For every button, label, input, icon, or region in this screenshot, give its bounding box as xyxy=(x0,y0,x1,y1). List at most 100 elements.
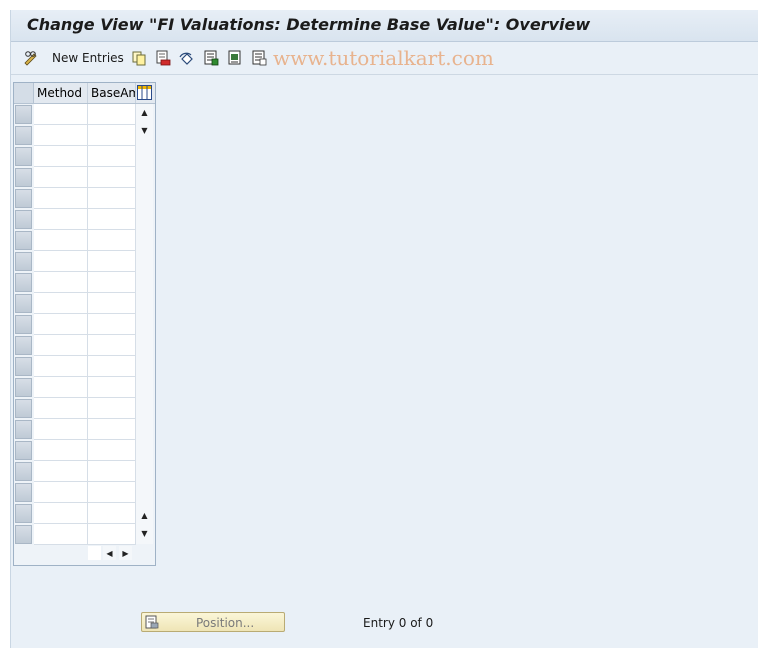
method-cell[interactable] xyxy=(34,251,88,272)
row-selector[interactable] xyxy=(15,483,32,502)
table-row xyxy=(14,272,136,293)
method-cell[interactable] xyxy=(34,104,88,125)
row-selector[interactable] xyxy=(15,210,32,229)
new-entries-button[interactable]: New Entries xyxy=(52,51,124,65)
row-selector[interactable] xyxy=(15,252,32,271)
baseamt-cell[interactable] xyxy=(88,104,136,125)
baseamt-cell[interactable] xyxy=(88,167,136,188)
method-cell[interactable] xyxy=(34,188,88,209)
baseamt-cell[interactable] xyxy=(88,188,136,209)
position-button-label: Position... xyxy=(196,616,255,630)
baseamt-cell[interactable] xyxy=(88,335,136,356)
column-header-method[interactable]: Method xyxy=(34,83,88,103)
undo-icon[interactable] xyxy=(179,50,195,66)
row-selector[interactable] xyxy=(15,315,32,334)
method-cell[interactable] xyxy=(34,503,88,524)
select-all-icon[interactable] xyxy=(203,50,219,66)
table-row xyxy=(14,188,136,209)
hscroll-track[interactable] xyxy=(88,546,101,560)
baseamt-cell[interactable] xyxy=(88,356,136,377)
baseamt-cell[interactable] xyxy=(88,293,136,314)
copy-icon[interactable] xyxy=(131,50,147,66)
row-selector[interactable] xyxy=(15,336,32,355)
row-selector[interactable] xyxy=(15,420,32,439)
row-selector[interactable] xyxy=(15,231,32,250)
table-row xyxy=(14,356,136,377)
select-all-rows-button[interactable] xyxy=(14,83,34,103)
baseamt-cell[interactable] xyxy=(88,377,136,398)
select-block-icon[interactable] xyxy=(227,50,243,66)
row-selector[interactable] xyxy=(15,105,32,124)
baseamt-cell[interactable] xyxy=(88,419,136,440)
table-row xyxy=(14,209,136,230)
row-selector[interactable] xyxy=(15,357,32,376)
baseamt-cell[interactable] xyxy=(88,125,136,146)
scroll-up-icon[interactable]: ▲ xyxy=(138,106,151,119)
method-cell[interactable] xyxy=(34,461,88,482)
table-row xyxy=(14,377,136,398)
row-selector[interactable] xyxy=(15,504,32,523)
method-cell[interactable] xyxy=(34,377,88,398)
row-selector[interactable] xyxy=(15,168,32,187)
horizontal-scrollbar[interactable]: ◀ ▶ xyxy=(88,544,134,562)
vertical-scrollbar[interactable]: ▲ ▼ ▲ ▼ xyxy=(136,104,153,544)
page-up-icon[interactable]: ▲ xyxy=(138,509,151,522)
baseamt-cell[interactable] xyxy=(88,272,136,293)
scroll-right-icon[interactable]: ▶ xyxy=(119,546,132,560)
table-row xyxy=(14,335,136,356)
method-cell[interactable] xyxy=(34,230,88,251)
baseamt-cell[interactable] xyxy=(88,524,136,545)
column-header-baseamt[interactable]: BaseAmt xyxy=(88,83,136,103)
scroll-down-icon[interactable]: ▼ xyxy=(138,527,151,540)
baseamt-cell[interactable] xyxy=(88,251,136,272)
method-cell[interactable] xyxy=(34,482,88,503)
method-cell[interactable] xyxy=(34,272,88,293)
deselect-all-icon[interactable] xyxy=(251,50,267,66)
method-cell[interactable] xyxy=(34,209,88,230)
row-selector[interactable] xyxy=(15,525,32,544)
table-row xyxy=(14,104,136,125)
table-row xyxy=(14,314,136,335)
table-control: Method BaseAmt ▲ ▼ ▲ ▼ ◀ ▶ xyxy=(13,82,156,566)
baseamt-cell[interactable] xyxy=(88,398,136,419)
table-settings-icon[interactable] xyxy=(137,85,152,100)
method-cell[interactable] xyxy=(34,356,88,377)
row-selector[interactable] xyxy=(15,147,32,166)
change-display-icon[interactable] xyxy=(23,50,39,66)
baseamt-cell[interactable] xyxy=(88,482,136,503)
method-cell[interactable] xyxy=(34,398,88,419)
method-cell[interactable] xyxy=(34,125,88,146)
baseamt-cell[interactable] xyxy=(88,314,136,335)
table-row xyxy=(14,482,136,503)
row-selector[interactable] xyxy=(15,441,32,460)
baseamt-cell[interactable] xyxy=(88,503,136,524)
table-row xyxy=(14,293,136,314)
page-down-icon[interactable]: ▼ xyxy=(138,124,151,137)
method-cell[interactable] xyxy=(34,335,88,356)
method-cell[interactable] xyxy=(34,293,88,314)
position-button[interactable]: Position... xyxy=(141,612,285,632)
row-selector[interactable] xyxy=(15,462,32,481)
row-selector[interactable] xyxy=(15,399,32,418)
method-cell[interactable] xyxy=(34,167,88,188)
method-cell[interactable] xyxy=(34,419,88,440)
row-selector[interactable] xyxy=(15,294,32,313)
table-row xyxy=(14,398,136,419)
method-cell[interactable] xyxy=(34,146,88,167)
method-cell[interactable] xyxy=(34,524,88,545)
baseamt-cell[interactable] xyxy=(88,146,136,167)
row-selector[interactable] xyxy=(15,378,32,397)
scroll-left-icon[interactable]: ◀ xyxy=(103,546,116,560)
method-cell[interactable] xyxy=(34,314,88,335)
row-selector[interactable] xyxy=(15,126,32,145)
table-row xyxy=(14,503,136,524)
row-selector[interactable] xyxy=(15,273,32,292)
row-selector[interactable] xyxy=(15,189,32,208)
baseamt-cell[interactable] xyxy=(88,461,136,482)
sap-window: Change View "FI Valuations: Determine Ba… xyxy=(10,10,758,648)
method-cell[interactable] xyxy=(34,440,88,461)
delete-icon[interactable] xyxy=(155,50,171,66)
baseamt-cell[interactable] xyxy=(88,209,136,230)
baseamt-cell[interactable] xyxy=(88,230,136,251)
baseamt-cell[interactable] xyxy=(88,440,136,461)
